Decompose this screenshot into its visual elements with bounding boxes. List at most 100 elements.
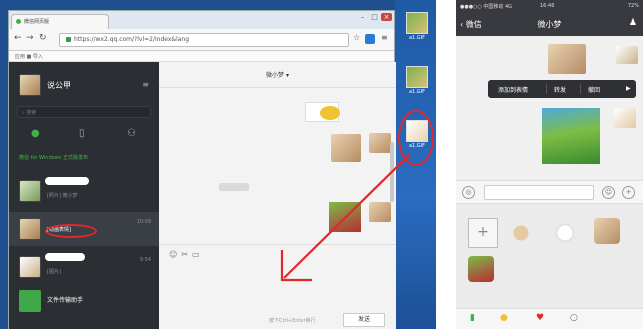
sticker-item[interactable] [552, 220, 578, 246]
emoji-icon[interactable]: ☺ [169, 250, 181, 259]
chat-bubble-icon[interactable]: ● [31, 128, 40, 139]
contacts-icon[interactable]: ⚇ [127, 128, 136, 139]
person-icon[interactable]: ♟ [629, 18, 637, 28]
close-icon[interactable]: × [381, 13, 392, 21]
tab-title: 微信网页版 [24, 19, 50, 25]
avatar [19, 218, 41, 240]
sticker-tab-icon[interactable]: ▮ [470, 313, 475, 323]
red-arrow-annotation [280, 153, 411, 282]
input-hint: 按下Ctrl+Enter换行 [269, 318, 316, 324]
desktop-file-label: a1.GIF [408, 35, 426, 41]
received-image-message[interactable] [548, 44, 586, 74]
release-notice[interactable]: 微信 for Windows 正式版发布 [19, 154, 88, 161]
screenshot-root: a1.GIF a1.GIF a1.GIF 微信网页版 – □ × ← → ↻ h… [0, 0, 643, 329]
scissors-icon[interactable]: ✂ [181, 250, 192, 259]
gif-file-icon [406, 66, 428, 88]
status-time: 16:46 [540, 3, 555, 9]
chat-last-message: [照片] 微小梦 [47, 193, 78, 199]
star-icon[interactable]: ☆ [353, 33, 360, 42]
sticker-tabs: ▮ ● ♥ ○ [456, 308, 643, 329]
my-avatar [614, 108, 636, 128]
maximize-icon[interactable]: □ [369, 13, 380, 21]
desktop-file-icon[interactable]: a1.GIF [404, 12, 430, 41]
desktop: a1.GIF a1.GIF a1.GIF 微信网页版 – □ × ← → ↻ h… [0, 0, 436, 329]
chevron-down-icon[interactable]: ▾ [284, 72, 289, 79]
red-circle-annotation [45, 224, 97, 238]
url-text: https://wx2.qq.com/?lvl=2/index&lang [74, 36, 190, 43]
minimize-icon[interactable]: – [357, 13, 368, 21]
play-arrow-icon[interactable]: ▶ [626, 85, 631, 92]
voice-icon[interactable]: ◎ [462, 186, 475, 199]
avatar [19, 256, 41, 278]
sticker-item[interactable] [594, 218, 620, 244]
bookmarks-bar[interactable]: 应用 ■ 导入 [9, 51, 394, 62]
send-button[interactable]: 发送 [343, 313, 385, 327]
desktop-file-label: a1.GIF [408, 89, 426, 95]
chat-list-item[interactable]: [动画表情] 10:09 [9, 212, 159, 246]
browser-toolbar: ← → ↻ https://wx2.qq.com/?lvl=2/index&la… [9, 29, 394, 51]
sticker-item[interactable] [468, 256, 494, 282]
menu-item-recall[interactable]: 撤回 [588, 85, 600, 94]
extension-icon[interactable] [365, 34, 375, 44]
chat-time: 10:09 [136, 219, 151, 225]
menu-item-forward[interactable]: 转发 [554, 85, 566, 94]
file-transfer-icon [19, 290, 41, 312]
chat-list-item[interactable]: 文件传输助手 [9, 284, 159, 318]
reload-icon[interactable]: ↻ [39, 33, 47, 43]
gif-file-icon [406, 12, 428, 34]
carrier-text: ●●●○○ 中国移动 4G [460, 4, 513, 10]
articles-icon[interactable]: ▯ [79, 128, 85, 139]
phone-navbar: ‹ 微信 微小梦 ♟ [456, 12, 643, 36]
search-placeholder: 搜索 [26, 110, 37, 116]
my-avatar [616, 46, 638, 64]
chat-time: 9:54 [139, 257, 151, 263]
time-divider [219, 183, 249, 191]
folder-icon[interactable]: ▭ [192, 250, 204, 259]
back-arrow-icon[interactable]: ← [14, 33, 22, 43]
my-name: 说公甲 [47, 81, 71, 90]
chat-header: 微小梦 ▾ [159, 62, 396, 88]
add-sticker-button[interactable]: + [468, 218, 498, 248]
sticker-panel: + [456, 204, 643, 314]
search-input[interactable]: ⌕ 搜索 [17, 106, 151, 118]
menu-separator [546, 84, 547, 94]
battery-level: 72% [627, 3, 639, 9]
phone-screen: ●●●○○ 中国移动 4G 16:46 72% ‹ 微信 微小梦 ♟ 添加到表情… [456, 0, 643, 329]
sidebar-tabs: ● ▯ ⚇ [9, 126, 159, 146]
sticker-item[interactable] [508, 220, 534, 246]
avatar [19, 180, 41, 202]
browser-titlebar: 微信网页版 – □ × [9, 11, 394, 29]
redacted-name [45, 253, 85, 261]
chat-title: 微小梦 [266, 72, 285, 79]
heart-tab-icon[interactable]: ♥ [536, 313, 544, 323]
my-profile[interactable]: 说公甲 ≡ [19, 72, 149, 100]
status-bar: ●●●○○ 中国移动 4G 16:46 72% [456, 0, 643, 12]
chat-list-item[interactable]: [图片] 9:54 [9, 250, 159, 284]
menu-item-add-sticker[interactable]: 添加到表情 [498, 85, 528, 94]
browser-tab[interactable]: 微信网页版 [11, 14, 109, 29]
received-photo-message[interactable] [542, 108, 600, 164]
settings-tab-icon[interactable]: ○ [570, 313, 578, 323]
menu-separator [580, 84, 581, 94]
forward-arrow-icon[interactable]: → [26, 33, 34, 43]
phone-chat-title: 微小梦 [537, 20, 562, 29]
wechat-favicon-icon [16, 19, 21, 24]
emoji-icon[interactable]: ☺ [602, 186, 615, 199]
hamburger-icon[interactable]: ≡ [142, 80, 149, 89]
lock-icon [66, 37, 71, 42]
avatar [19, 74, 41, 96]
phone-message-input[interactable] [484, 185, 594, 200]
phone-input-bar: ◎ ☺ + [456, 180, 643, 204]
desktop-file-icon[interactable]: a1.GIF [404, 66, 430, 95]
sticker-image [320, 106, 340, 120]
plus-icon[interactable]: + [622, 186, 635, 199]
chat-name: 文件传输助手 [47, 297, 84, 304]
chat-last-message: [图片] [47, 269, 61, 275]
sent-sticker-message[interactable] [305, 102, 340, 122]
input-toolbar: ☺✂▭ [169, 250, 204, 259]
emoji-tab-icon[interactable]: ● [500, 313, 508, 323]
address-bar[interactable]: https://wx2.qq.com/?lvl=2/index&lang [59, 33, 349, 47]
menu-icon[interactable]: ≡ [381, 33, 388, 42]
redacted-name [45, 177, 89, 185]
chat-list-item[interactable]: [照片] 微小梦 [9, 174, 159, 208]
